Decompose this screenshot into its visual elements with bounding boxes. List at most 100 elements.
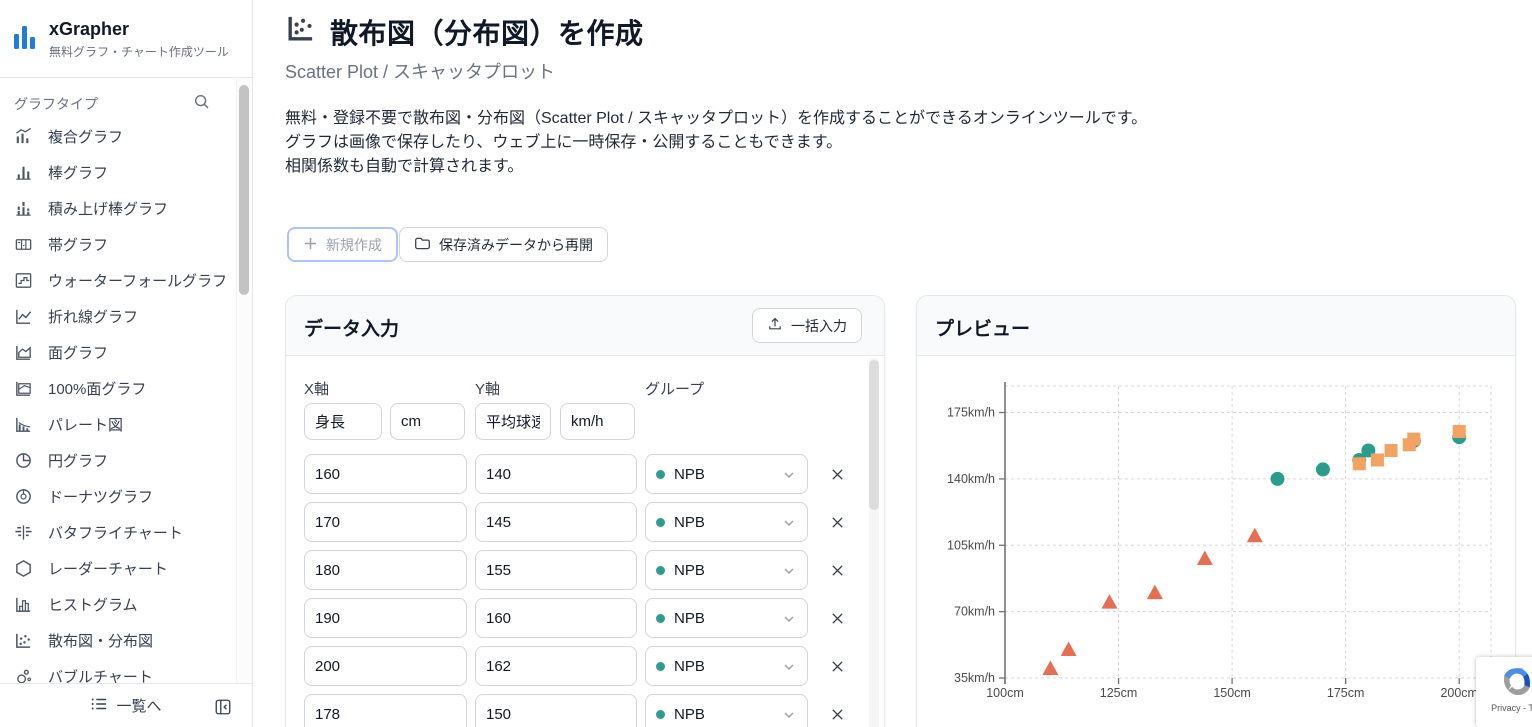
point-アマチュア: [1197, 551, 1213, 566]
app-name: xGrapher: [49, 18, 229, 40]
x-tick-label: 200cm: [1440, 686, 1478, 700]
row-3-y-input[interactable]: [475, 598, 637, 638]
collapse-sidebar-icon[interactable]: [214, 698, 232, 716]
row-1-group-select[interactable]: NPB: [645, 502, 808, 542]
sidebar-item-label: 複合グラフ: [48, 126, 123, 147]
bulk-input-button[interactable]: 一括入力: [752, 308, 862, 343]
sidebar-item-13[interactable]: ヒストグラム: [0, 586, 236, 622]
sidebar-item-7[interactable]: 100%面グラフ: [0, 370, 236, 406]
recaptcha-badge[interactable]: Privacy - Ter: [1476, 657, 1532, 727]
row-5-y-input[interactable]: [475, 694, 637, 727]
chevron-down-icon: [781, 707, 797, 723]
graph-type-list: 複合グラフ棒グラフ積み上げ棒グラフ帯グラフウォーターフォールグラフ折れ線グラフ面…: [0, 118, 236, 684]
sidebar-item-0[interactable]: 複合グラフ: [0, 118, 236, 154]
preview-title: プレビュー: [935, 314, 1030, 341]
row-2-y-input[interactable]: [475, 550, 637, 590]
scatter-chart: 35km/h70km/h105km/h140km/h175km/h100cm12…: [917, 356, 1515, 727]
row-1-x-input[interactable]: [304, 502, 467, 542]
plus-icon: [303, 236, 318, 254]
x-axis-label: X軸: [304, 378, 329, 399]
sidebar-item-6[interactable]: 面グラフ: [0, 334, 236, 370]
sidebar-item-10[interactable]: ドーナツグラフ: [0, 478, 236, 514]
sidebar-item-12[interactable]: レーダーチャート: [0, 550, 236, 586]
sidebar-item-label: 円グラフ: [48, 450, 108, 471]
sidebar-item-14[interactable]: 散布図・分布図: [0, 622, 236, 658]
row-4-x-input[interactable]: [304, 646, 467, 686]
bulk-input-label: 一括入力: [791, 316, 847, 336]
row-5-x-input[interactable]: [304, 694, 467, 727]
y-tick-label: 140km/h: [947, 472, 995, 486]
sidebar-item-1[interactable]: 棒グラフ: [0, 154, 236, 190]
sidebar-item-label: 折れ線グラフ: [48, 306, 138, 327]
sidebar-item-2[interactable]: 積み上げ棒グラフ: [0, 190, 236, 226]
sidebar-item-3[interactable]: 帯グラフ: [0, 226, 236, 262]
sidebar-item-15[interactable]: バブルチャート: [0, 658, 236, 684]
sidebar-item-label: パレート図: [48, 414, 123, 435]
pareto-chart-icon: [14, 415, 33, 434]
sidebar-item-4[interactable]: ウォーターフォールグラフ: [0, 262, 236, 298]
row-1-y-input[interactable]: [475, 502, 637, 542]
sidebar-item-label: 積み上げ棒グラフ: [48, 198, 168, 219]
sidebar-scrollbar-thumb[interactable]: [239, 85, 249, 295]
row-5-delete-button[interactable]: [824, 701, 850, 727]
scatter-chart-icon: [14, 631, 33, 650]
data-row-3: NPB: [304, 598, 850, 638]
x-tick-label: 100cm: [986, 686, 1024, 700]
point-MLB: [1353, 457, 1366, 470]
chevron-down-icon: [781, 563, 797, 579]
row-0-x-input[interactable]: [304, 454, 467, 494]
histogram-chart-icon: [14, 595, 33, 614]
point-アマチュア: [1061, 642, 1077, 657]
graph-type-section-label: グラフタイプ: [14, 94, 98, 114]
row-4-y-input[interactable]: [475, 646, 637, 686]
stacked-bar-chart-icon: [14, 199, 33, 218]
data-input-title: データ入力: [304, 314, 399, 341]
row-2-x-input[interactable]: [304, 550, 467, 590]
x-axis-unit-input[interactable]: [390, 403, 465, 440]
butterfly-chart-icon: [14, 523, 33, 542]
sidebar-item-label: ウォーターフォールグラフ: [48, 270, 227, 291]
point-MLB: [1407, 433, 1420, 446]
row-2-group-select[interactable]: NPB: [645, 550, 808, 590]
row-1-delete-button[interactable]: [824, 509, 850, 535]
search-icon[interactable]: [193, 93, 211, 111]
group-select-value: NPB: [674, 466, 705, 483]
row-0-delete-button[interactable]: [824, 461, 850, 487]
group-color-dot: [656, 566, 665, 575]
sidebar-item-label: 棒グラフ: [48, 162, 108, 183]
row-4-delete-button[interactable]: [824, 653, 850, 679]
x-axis-name-input[interactable]: [304, 403, 382, 440]
sidebar-item-label: バタフライチャート: [48, 522, 183, 543]
row-0-group-select[interactable]: NPB: [645, 454, 808, 494]
resume-saved-data-button[interactable]: 保存済みデータから再開: [399, 227, 608, 262]
data-panel-scrollbar-thumb[interactable]: [869, 360, 879, 510]
row-2-delete-button[interactable]: [824, 557, 850, 583]
point-アマチュア: [1042, 661, 1058, 676]
row-4-group-select[interactable]: NPB: [645, 646, 808, 686]
row-3-x-input[interactable]: [304, 598, 467, 638]
row-3-delete-button[interactable]: [824, 605, 850, 631]
area-chart-icon: [14, 343, 33, 362]
bar-chart-logo-icon: [14, 21, 38, 53]
sidebar-item-11[interactable]: バタフライチャート: [0, 514, 236, 550]
recaptcha-privacy-terms[interactable]: Privacy - Ter: [1476, 703, 1532, 713]
sidebar-item-8[interactable]: パレート図: [0, 406, 236, 442]
area-100-chart-icon: [14, 379, 33, 398]
row-3-group-select[interactable]: NPB: [645, 598, 808, 638]
app-logo[interactable]: xGrapher 無料グラフ・チャート作成ツール: [14, 18, 229, 60]
row-5-group-select[interactable]: NPB: [645, 694, 808, 727]
line-chart-icon: [14, 307, 33, 326]
group-color-dot: [656, 614, 665, 623]
sidebar-item-9[interactable]: 円グラフ: [0, 442, 236, 478]
new-create-button[interactable]: 新規作成: [287, 227, 398, 262]
y-axis-unit-input[interactable]: [560, 403, 635, 440]
data-row-5: NPB: [304, 694, 850, 727]
sidebar-item-label: ドーナツグラフ: [48, 486, 153, 507]
sidebar-item-label: レーダーチャート: [48, 558, 168, 579]
row-0-y-input[interactable]: [475, 454, 637, 494]
sidebar-item-all-list[interactable]: 一覧へ: [90, 695, 161, 717]
sidebar-item-5[interactable]: 折れ線グラフ: [0, 298, 236, 334]
y-axis-name-input[interactable]: [475, 403, 551, 440]
new-create-label: 新規作成: [326, 235, 382, 255]
sidebar-item-label: 帯グラフ: [48, 234, 108, 255]
